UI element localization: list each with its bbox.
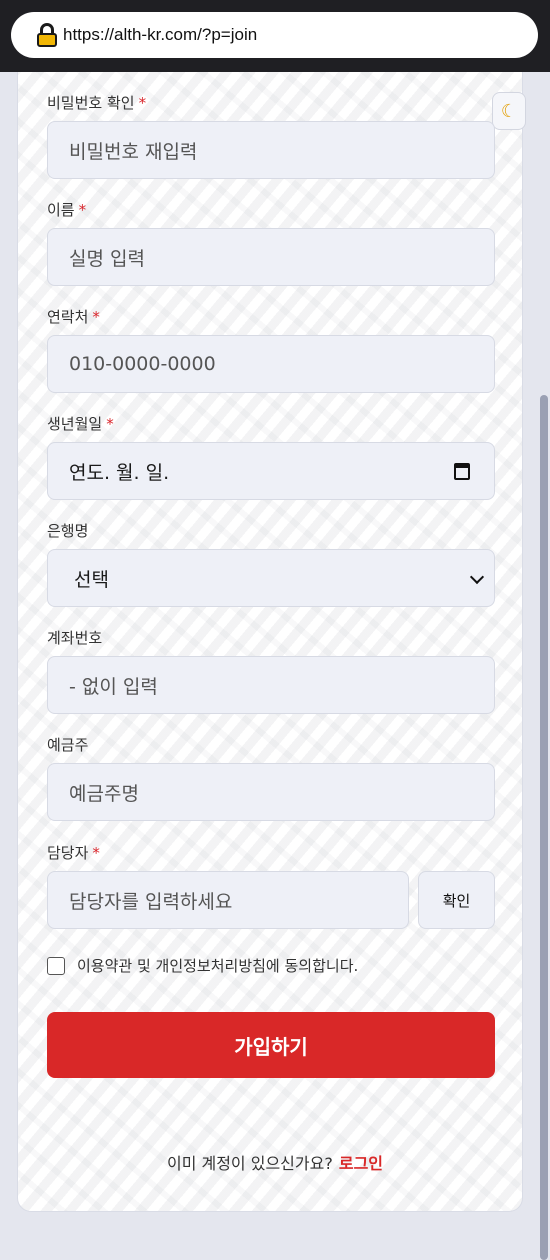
phone-input[interactable]: 010-0000-0000: [47, 335, 495, 393]
signup-submit-button[interactable]: 가입하기: [47, 1012, 495, 1078]
lock-icon: [37, 23, 57, 47]
bank-label: 은행명: [47, 522, 89, 540]
password-confirm-label: 비밀번호 확인 *: [47, 94, 147, 112]
password-confirm-input[interactable]: 비밀번호 재입력: [47, 121, 495, 179]
account-holder-label: 예금주: [47, 736, 89, 754]
terms-agreement-row: 이용약관 및 개인정보처리방침에 동의합니다.: [47, 955, 358, 976]
account-number-input[interactable]: - 없이 입력: [47, 656, 495, 714]
manager-placeholder: 담당자를 입력하세요: [69, 890, 233, 913]
manager-label: 담당자 *: [47, 844, 100, 862]
password-confirm-placeholder: 비밀번호 재입력: [69, 140, 198, 163]
terms-checkbox[interactable]: [47, 956, 65, 975]
url-text: https://alth-kr.com/?p=join: [63, 25, 258, 44]
calendar-icon[interactable]: [454, 463, 470, 480]
chevron-down-icon: [469, 569, 485, 585]
scrollbar-thumb[interactable]: [540, 395, 548, 1260]
account-number-placeholder: - 없이 입력: [69, 675, 158, 698]
manager-confirm-button[interactable]: 확인: [418, 871, 495, 929]
bank-select-value: 선택: [74, 568, 109, 591]
name-input[interactable]: 실명 입력: [47, 228, 495, 286]
birth-date-value: 연도. 월. 일.: [69, 461, 170, 484]
terms-agreement-text[interactable]: 이용약관 및 개인정보처리방침에 동의합니다.: [77, 955, 358, 976]
login-prompt-text: 이미 계정이 있으신가요?: [166, 1154, 333, 1173]
address-bar[interactable]: https://alth-kr.com/?p=join: [11, 12, 538, 58]
moon-icon: ☾: [500, 100, 518, 122]
account-holder-input[interactable]: 예금주명: [47, 763, 495, 821]
phone-label: 연락처 *: [47, 308, 100, 326]
name-placeholder: 실명 입력: [69, 247, 145, 270]
name-label: 이름 *: [47, 201, 87, 219]
phone-placeholder: 010-0000-0000: [69, 353, 216, 375]
browser-toolbar: https://alth-kr.com/?p=join: [0, 0, 550, 72]
birth-date-label: 생년월일 *: [47, 415, 114, 433]
login-link[interactable]: 로그인: [339, 1154, 383, 1173]
manager-input[interactable]: 담당자를 입력하세요: [47, 871, 409, 929]
birth-date-input[interactable]: 연도. 월. 일.: [47, 442, 495, 500]
bank-select[interactable]: 선택: [47, 549, 495, 607]
account-holder-placeholder: 예금주명: [69, 782, 139, 805]
theme-toggle-button[interactable]: ☾: [492, 92, 526, 130]
account-number-label: 계좌번호: [47, 629, 103, 647]
login-prompt-row: 이미 계정이 있으신가요? 로그인: [0, 1150, 550, 1174]
